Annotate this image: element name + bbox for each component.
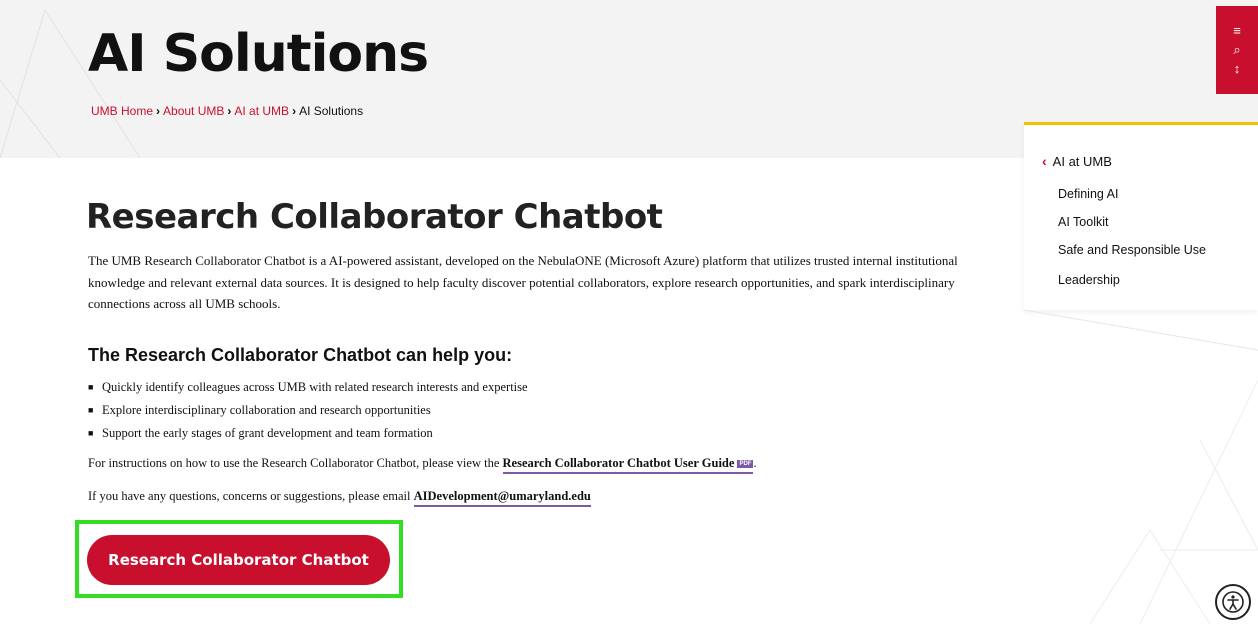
breadcrumb-separator-icon: › xyxy=(292,104,297,118)
bullet-icon: ■ xyxy=(88,405,94,415)
sidebar-item-safe-responsible-use[interactable]: Safe and Responsible Use xyxy=(1058,243,1206,257)
breadcrumb-separator-icon: › xyxy=(227,104,232,118)
breadcrumb-link-ai-at-umb[interactable]: AI at UMB xyxy=(234,104,289,118)
search-icon[interactable]: ⌕ xyxy=(1233,43,1240,57)
section-nav-panel: ‹ AI at UMB Defining AI AI Toolkit Safe … xyxy=(1024,122,1258,310)
research-collaborator-chatbot-button[interactable]: Research Collaborator Chatbot xyxy=(87,535,390,585)
chevron-left-icon: ‹ xyxy=(1042,153,1047,169)
bullet-icon: ■ xyxy=(88,382,94,392)
contact-paragraph: If you have any questions, concerns or s… xyxy=(88,489,591,507)
list-item: ■ Explore interdisciplinary collaboration… xyxy=(88,403,431,417)
help-subheading: The Research Collaborator Chatbot can he… xyxy=(88,345,513,365)
accessibility-icon[interactable] xyxy=(1215,584,1251,620)
bullet-icon: ■ xyxy=(88,428,94,438)
pdf-icon: PDF xyxy=(737,460,754,469)
instructions-paragraph: For instructions on how to use the Resea… xyxy=(88,456,757,474)
sidebar-parent-link[interactable]: ‹ AI at UMB xyxy=(1042,153,1112,169)
intro-paragraph: The UMB Research Collaborator Chatbot is… xyxy=(88,253,958,311)
contact-email-link[interactable]: AIDevelopment@umaryland.edu xyxy=(413,489,591,507)
breadcrumb-current: AI Solutions xyxy=(299,104,364,118)
decorative-background-pattern xyxy=(1023,309,1258,624)
section-title: Research Collaborator Chatbot xyxy=(86,197,663,237)
scroll-icon[interactable]: ↕ xyxy=(1234,62,1241,76)
list-item: ■ Quickly identify colleagues across UMB … xyxy=(88,380,528,394)
list-item: ■ Support the early stages of grant devel… xyxy=(88,426,433,440)
user-guide-link[interactable]: Research Collaborator Chatbot User Guide… xyxy=(502,456,754,474)
sidebar-item-ai-toolkit[interactable]: AI Toolkit xyxy=(1058,215,1109,229)
page-title: AI Solutions xyxy=(88,24,429,84)
sidebar-item-leadership[interactable]: Leadership xyxy=(1058,273,1120,287)
breadcrumb: UMB Home › About UMB › AI at UMB › AI So… xyxy=(91,104,363,118)
menu-icon[interactable]: ≡ xyxy=(1233,24,1241,38)
utility-bar: ≡ ⌕ ↕ xyxy=(1216,6,1258,94)
breadcrumb-link-umb-home[interactable]: UMB Home xyxy=(91,104,153,118)
breadcrumb-separator-icon: › xyxy=(156,104,161,118)
breadcrumb-link-about-umb[interactable]: About UMB xyxy=(163,104,224,118)
sidebar-item-defining-ai[interactable]: Defining AI xyxy=(1058,187,1118,201)
help-list: ■ Quickly identify colleagues across UMB … xyxy=(88,378,528,447)
